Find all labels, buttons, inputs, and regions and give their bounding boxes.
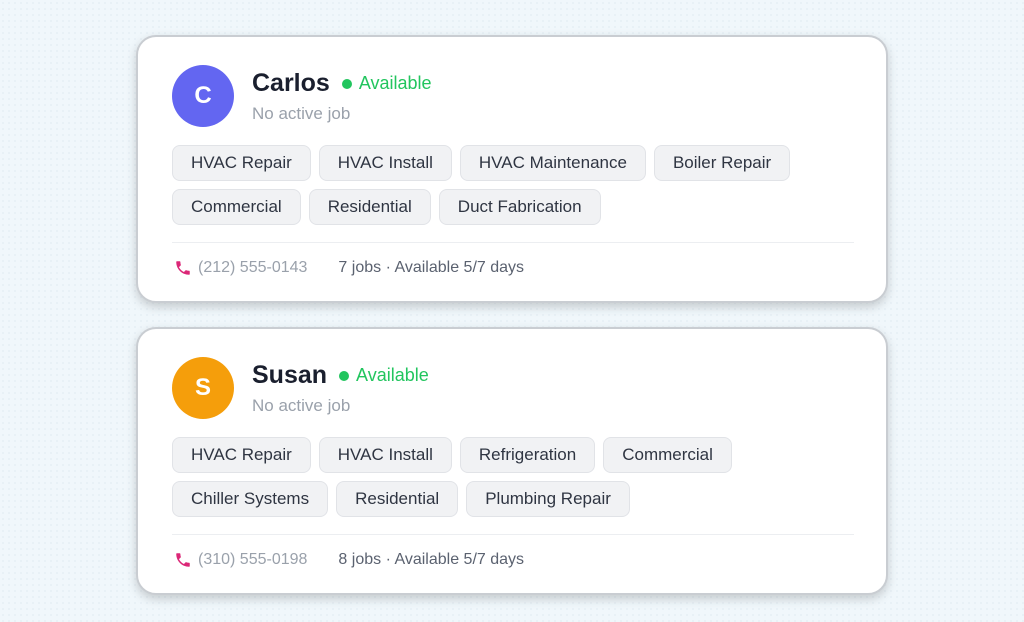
skill-tag: Commercial xyxy=(603,437,732,473)
active-job-status: No active job xyxy=(252,396,351,415)
status-dot-icon xyxy=(341,78,352,89)
phone-number[interactable]: (212) 555-0143 xyxy=(198,259,307,277)
phone-number[interactable]: (310) 555-0198 xyxy=(198,551,307,569)
skill-tag: Commercial xyxy=(172,189,301,225)
status-badge: Available xyxy=(341,73,432,94)
technician-name: Susan xyxy=(252,361,328,389)
job-stats: 8 jobs · Available 5/7 days xyxy=(338,551,525,568)
phone-icon xyxy=(174,551,192,569)
skill-tags: HVAC Repair HVAC Install Refrigeration C… xyxy=(172,437,872,517)
divider xyxy=(172,534,854,535)
skill-tag: HVAC Repair xyxy=(172,145,311,181)
divider xyxy=(172,242,854,243)
status-dot-icon xyxy=(339,370,350,381)
technician-card-susan[interactable]: S Susan Available No active job HVAC Rep… xyxy=(136,327,888,595)
skill-tag: Boiler Repair xyxy=(653,145,791,181)
skill-tag: Chiller Systems xyxy=(172,481,329,517)
skill-tag: HVAC Maintenance xyxy=(459,145,646,181)
skill-tag: Refrigeration xyxy=(459,437,596,473)
skill-tag: HVAC Repair xyxy=(172,437,311,473)
name-row: Susan Available xyxy=(252,361,429,390)
active-job-status: No active job xyxy=(252,104,351,123)
skill-tag: Residential xyxy=(336,481,459,517)
skill-tag: HVAC Install xyxy=(318,437,452,473)
job-stats: 7 jobs · Available 5/7 days xyxy=(338,259,525,276)
skill-tag: Duct Fabrication xyxy=(438,189,601,225)
card-footer: (310) 555-0198 8 jobs · Available 5/7 da… xyxy=(174,551,524,569)
technician-card-carlos[interactable]: C Carlos Available No active job HVAC Re… xyxy=(136,35,888,303)
avatar: C xyxy=(172,65,234,127)
phone-icon xyxy=(174,259,192,277)
skill-tags: HVAC Repair HVAC Install HVAC Maintenanc… xyxy=(172,145,872,225)
name-row: Carlos Available xyxy=(252,69,432,98)
technician-name: Carlos xyxy=(252,69,330,97)
status-badge: Available xyxy=(339,365,429,386)
card-footer: (212) 555-0143 7 jobs · Available 5/7 da… xyxy=(174,259,524,277)
avatar: S xyxy=(172,357,234,419)
skill-tag: Residential xyxy=(308,189,431,225)
skill-tag: Plumbing Repair xyxy=(466,481,630,517)
skill-tag: HVAC Install xyxy=(318,145,452,181)
status-label: Available xyxy=(358,73,432,93)
status-label: Available xyxy=(356,365,429,385)
